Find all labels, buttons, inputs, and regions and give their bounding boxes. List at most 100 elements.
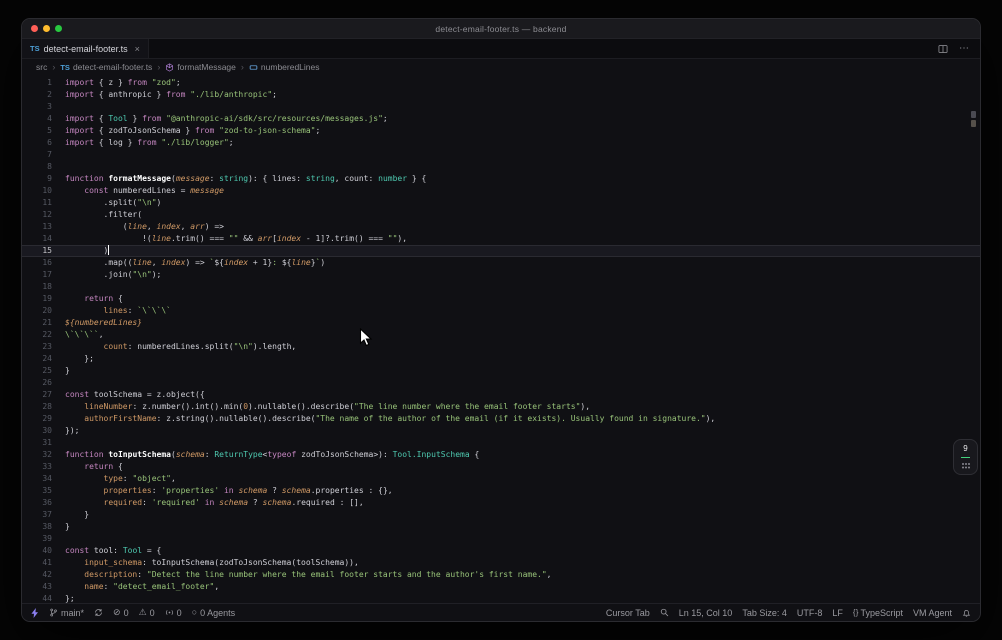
code-row[interactable]: 17 .join("\n"); [22, 269, 980, 281]
status-bell[interactable] [962, 608, 971, 618]
line-number: 19 [42, 294, 52, 303]
line-number: 5 [47, 126, 52, 135]
code-row[interactable]: 40 const tool: Tool = { [22, 545, 980, 557]
line-number: 42 [42, 570, 52, 579]
line-number: 8 [47, 162, 52, 171]
line-number: 14 [42, 234, 52, 243]
status-cursor-position[interactable]: Ln 15, Col 10 [679, 608, 733, 618]
code-row[interactable]: 5 import { zodToJsonSchema } from "zod-to… [22, 125, 980, 137]
status-agents[interactable]: ○ 0 Agents [192, 608, 235, 618]
status-warnings[interactable]: ⚠ 0 [139, 608, 155, 618]
editor-actions: ⋯ [927, 39, 980, 58]
status-sync[interactable] [94, 608, 103, 617]
code-row[interactable]: 33 return { [22, 461, 980, 473]
code-row[interactable]: 30}); [22, 425, 980, 437]
code-row[interactable]: 32 function toInputSchema(schema: ReturnT… [22, 449, 980, 461]
breadcrumb-item-src[interactable]: src [36, 62, 47, 72]
breadcrumb-item-detect-email-footer-ts[interactable]: TS detect-email-footer.ts [60, 62, 152, 72]
status-eol[interactable]: LF [832, 608, 843, 618]
status-vm-agent[interactable]: VM Agent [913, 608, 952, 618]
code-row[interactable]: 31 [22, 437, 980, 449]
breadcrumb-item-numberedlines[interactable]: numberedLines [249, 62, 320, 72]
code-row[interactable]: 11 .split("\n") [22, 197, 980, 209]
close-window-button[interactable] [31, 25, 38, 32]
code-text: } [65, 510, 90, 519]
code-text: import { anthropic } from "./lib/anthrop… [65, 90, 277, 99]
code-row[interactable]: 3 [22, 101, 980, 113]
code-row[interactable]: 21 ${numberedLines} [22, 317, 980, 329]
code-row[interactable]: 10 const numberedLines = message [22, 185, 980, 197]
code-row[interactable]: 14 !(line.trim() === "" && arr[index - 1… [22, 233, 980, 245]
code-row[interactable]: 39 [22, 533, 980, 545]
status-label: TypeScript [860, 607, 903, 618]
zoom-window-button[interactable] [55, 25, 62, 32]
status-encoding[interactable]: UTF-8 [797, 608, 823, 618]
code-row[interactable]: 16 .map((line, index) => `${index + 1}: … [22, 257, 980, 269]
line-number: 4 [47, 114, 52, 123]
scrollbar-decoration [971, 120, 976, 127]
status-notifications-count[interactable]: 0 [165, 608, 182, 618]
code-row[interactable]: 6 import { log } from "./lib/logger"; [22, 137, 980, 149]
minimize-window-button[interactable] [43, 25, 50, 32]
status-cursor-tab[interactable]: Cursor Tab [606, 608, 650, 618]
breadcrumb[interactable]: src › TS detect-email-footer.ts › formatMessa… [22, 59, 980, 75]
code-row[interactable]: 20 lines: `\`\`\` [22, 305, 980, 317]
tab-detect-email-footer[interactable]: TS detect-email-footer.ts × [22, 39, 149, 58]
code-text: return { [84, 462, 123, 471]
breadcrumb-separator-icon: › [157, 62, 161, 72]
more-actions-icon[interactable]: ⋯ [959, 43, 969, 54]
code-row[interactable]: 43 name: "detect_email_footer", [22, 581, 980, 593]
code-text: \`\`\``, [65, 330, 104, 339]
code-row[interactable]: 4 import { Tool } from "@anthropic-ai/sdk… [22, 113, 980, 125]
traffic-lights [31, 19, 62, 38]
code-row[interactable]: 23 count: numberedLines.split("\n").leng… [22, 341, 980, 353]
code-row[interactable]: 26 [22, 377, 980, 389]
code-row[interactable]: 34 type: "object", [22, 473, 980, 485]
breadcrumb-item-formatmessage[interactable]: formatMessage [165, 62, 236, 72]
code-row[interactable]: 38} [22, 521, 980, 533]
code-row[interactable]: 24 }; [22, 353, 980, 365]
code-row[interactable]: 35 properties: 'properties' in schema ? … [22, 485, 980, 497]
floating-widget[interactable]: 9 [953, 439, 978, 475]
code-row[interactable]: 2 import { anthropic } from "./lib/anthro… [22, 89, 980, 101]
status-git-branch[interactable]: main* [49, 608, 84, 618]
status-errors[interactable]: ⊘ 0 [113, 608, 129, 618]
status-label: Tab Size: 4 [742, 607, 787, 618]
editor[interactable]: 1 import { z } from "zod"; 2 import { anthr… [22, 75, 980, 603]
code-row[interactable]: 15 ) [22, 245, 980, 257]
line-number: 26 [42, 378, 52, 387]
widget-grid-icon[interactable] [961, 462, 971, 469]
status-label: UTF-8 [796, 607, 823, 618]
line-number: 12 [42, 210, 52, 219]
code-row[interactable]: 1 import { z } from "zod"; [22, 77, 980, 89]
code-row[interactable]: 36 required: 'required' in schema ? sche… [22, 497, 980, 509]
code-row[interactable]: 7 [22, 149, 980, 161]
status-language[interactable]: { } TypeScript [853, 608, 903, 618]
code-row[interactable]: 44}; [22, 593, 980, 603]
code-row[interactable]: 28 lineNumber: z.number().int().min(0).n… [22, 401, 980, 413]
close-tab-icon[interactable]: × [135, 44, 140, 54]
code-row[interactable]: 42 description: "Detect the line number … [22, 569, 980, 581]
breadcrumb-separator-icon: › [52, 62, 56, 72]
code-row[interactable]: 19 return { [22, 293, 980, 305]
code-row[interactable]: 41 input_schema: toInputSchema(zodToJson… [22, 557, 980, 569]
status-remote[interactable] [31, 607, 39, 618]
code-row[interactable]: 9 function formatMessage(message: string)… [22, 173, 980, 185]
code-row[interactable]: 18 [22, 281, 980, 293]
status-search[interactable] [660, 608, 669, 617]
code-text: const toolSchema = z.object({ [65, 390, 205, 399]
status-tab-size[interactable]: Tab Size: 4 [742, 608, 787, 618]
status-label: main* [61, 607, 85, 618]
code-row[interactable]: 22 \`\`\``, [22, 329, 980, 341]
widget-badge[interactable]: 9 [963, 444, 967, 453]
code-row[interactable]: 13 (line, index, arr) => [22, 221, 980, 233]
code-row[interactable]: 37 } [22, 509, 980, 521]
code-row[interactable]: 25} [22, 365, 980, 377]
code-row[interactable]: 12 .filter( [22, 209, 980, 221]
line-number: 1 [47, 78, 52, 87]
code-row[interactable]: 8 [22, 161, 980, 173]
titlebar[interactable]: detect-email-footer.ts — backend [22, 19, 980, 39]
code-row[interactable]: 29 authorFirstName: z.string().nullable(… [22, 413, 980, 425]
code-row[interactable]: 27 const toolSchema = z.object({ [22, 389, 980, 401]
split-editor-icon[interactable] [938, 44, 948, 54]
